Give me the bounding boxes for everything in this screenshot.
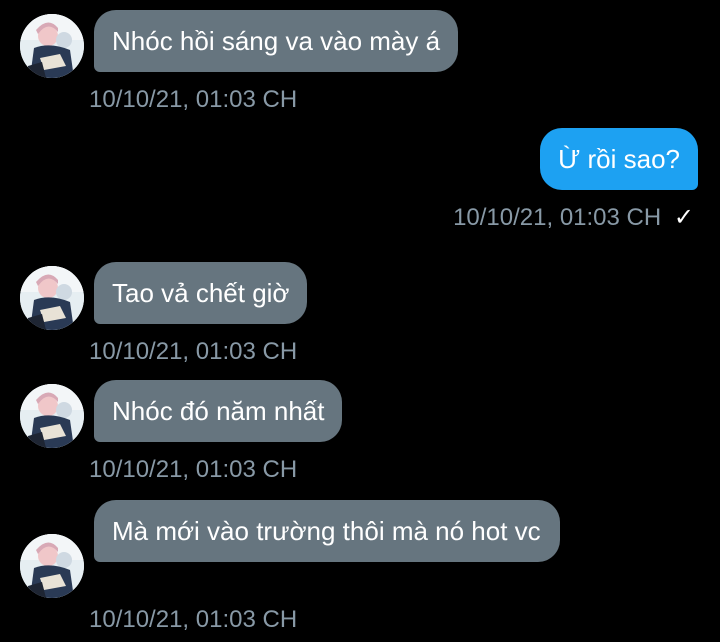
avatar[interactable]	[20, 534, 84, 598]
message-bubble-incoming[interactable]: Nhóc đó năm nhất	[94, 380, 343, 442]
message-bubble-incoming[interactable]: Mà mới vào trường thôi mà nó hot vc	[94, 500, 560, 562]
avatar-image	[20, 14, 84, 78]
message-timestamp: 10/10/21, 01:03 CH	[89, 86, 298, 113]
avatar[interactable]	[20, 14, 84, 78]
avatar[interactable]	[20, 384, 84, 448]
message-timestamp: 10/10/21, 01:03 CH	[89, 338, 298, 365]
avatar-image	[20, 266, 84, 330]
message-text: Nhóc đó năm nhất	[112, 396, 325, 426]
avatar[interactable]	[20, 266, 84, 330]
message-timestamp: 10/10/21, 01:03 CH	[89, 456, 298, 483]
message-text: Nhóc hồi sáng va vào mày á	[112, 26, 441, 56]
message-text: Tao vả chết giờ	[112, 278, 290, 308]
message-bubble-incoming[interactable]: Tao vả chết giờ	[94, 262, 308, 324]
message-timestamp-row: 10/10/21, 01:03 CH ✓	[453, 204, 694, 232]
avatar-image	[20, 534, 84, 598]
checkmark-icon: ✓	[673, 204, 694, 231]
message-bubble-outgoing[interactable]: Ừ rồi sao?	[540, 128, 698, 190]
message-text: Ừ rồi sao?	[558, 144, 680, 174]
avatar-image	[20, 384, 84, 448]
message-bubble-incoming[interactable]: Nhóc hồi sáng va vào mày á	[94, 10, 459, 72]
message-timestamp: 10/10/21, 01:03 CH	[453, 204, 662, 231]
message-timestamp: 10/10/21, 01:03 CH	[89, 606, 298, 633]
message-text: Mà mới vào trường thôi mà nó hot vc	[112, 516, 541, 546]
